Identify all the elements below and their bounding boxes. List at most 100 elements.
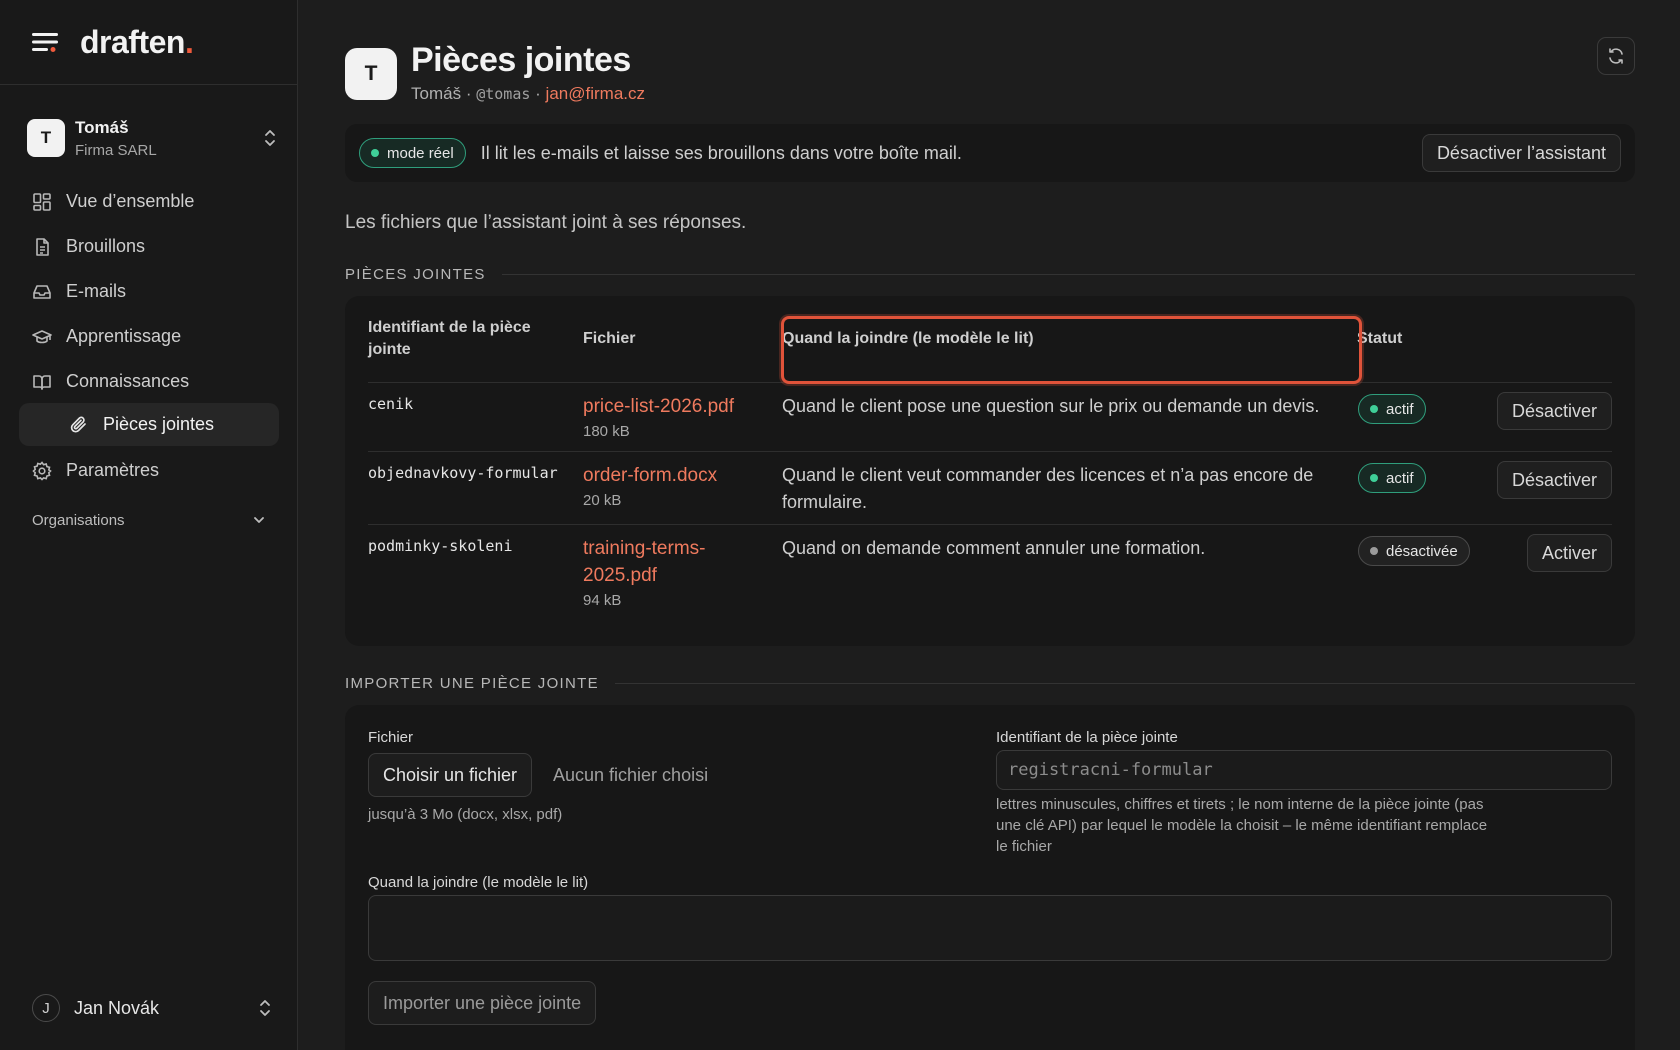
sidebar-item-label: Apprentissage <box>66 326 182 346</box>
sidebar-item-knowledge[interactable]: Connaissances <box>19 359 279 404</box>
deactivate-button[interactable]: Désactiver <box>1496 461 1612 499</box>
no-file-chosen-text: Aucun fichier choisi <box>553 765 709 785</box>
page-header: T Pièces jointes Tomáš · @tomas · jan@fi… <box>345 40 645 104</box>
attachment-id: podminky-skoleni <box>368 537 513 555</box>
when-text: Quand le client pose une question sur le… <box>782 396 1320 416</box>
sidebar-item-label: Vue d’ensemble <box>66 191 195 211</box>
menu-icon[interactable] <box>32 32 58 52</box>
section-title: IMPORTER UNE PIÈCE JOINTE <box>345 675 599 692</box>
section-title: PIÈCES JOINTES <box>345 266 486 283</box>
sidebar-item-overview[interactable]: Vue d’ensemble <box>19 179 279 224</box>
account-user: Tomáš <box>411 84 462 103</box>
when-text: Quand le client veut commander des licen… <box>782 465 1314 512</box>
org-user-name: Tomáš <box>75 117 129 137</box>
sidebar-item-learning[interactable]: Apprentissage <box>19 314 279 359</box>
choose-file-button[interactable]: Choisir un fichier <box>368 753 533 797</box>
attachment-id: cenik <box>368 395 414 413</box>
sidebar-item-label: Paramètres <box>66 460 160 480</box>
separator: · <box>465 84 472 103</box>
activate-button[interactable]: Activer <box>1526 534 1612 572</box>
table-row: cenik price-list-2026.pdf 180 kB Quand l… <box>368 382 1612 451</box>
file-link[interactable]: price-list-2026.pdf <box>583 393 734 420</box>
attachment-id-help: lettres minuscules, chiffres et tirets ;… <box>996 796 1488 855</box>
column-header-status: Statut <box>1357 330 1403 347</box>
divider <box>614 683 1635 684</box>
page-description: Les fichiers que l’assistant joint à ses… <box>345 212 747 233</box>
separator: · <box>535 84 541 103</box>
inbox-icon <box>32 282 52 302</box>
account-avatar: T <box>345 48 397 100</box>
user-name: Jan Novák <box>74 997 160 1018</box>
grid-icon <box>32 192 52 212</box>
org-avatar: T <box>27 119 65 157</box>
import-section-heading: IMPORTER UNE PIÈCE JOINTE <box>345 675 1635 692</box>
file-help-text: jusqu’à 3 Mo (docx, xlsx, pdf) <box>368 806 563 823</box>
table-row: podminky-skoleni training-terms-2025.pdf… <box>368 524 1612 624</box>
sidebar-item-attachments[interactable]: Pièces jointes <box>19 403 279 446</box>
status-label: désactivée <box>1386 542 1458 560</box>
import-form-card: Fichier Choisir un fichier Aucun fichier… <box>345 705 1635 1050</box>
status-dot <box>1370 405 1378 413</box>
file-size: 20 kB <box>583 492 622 509</box>
mode-banner: mode réel Il lit les e-mails et laisse s… <box>345 124 1635 182</box>
organisations-label: Organisations <box>32 511 125 529</box>
status-badge: actif <box>1358 394 1426 424</box>
book-open-icon <box>32 372 52 392</box>
sidebar-item-label: Connaissances <box>66 371 190 391</box>
paperclip-icon <box>69 415 89 435</box>
org-switcher[interactable]: T Tomáš Firma SARL <box>27 113 277 163</box>
file-text-icon <box>32 237 52 257</box>
file-link[interactable]: order-form.docx <box>583 462 717 489</box>
divider <box>501 274 1635 275</box>
highlight-box <box>781 316 1362 384</box>
file-size: 94 kB <box>583 592 622 609</box>
table-row: objednavkovy-formular order-form.docx 20… <box>368 451 1612 524</box>
mode-badge: mode réel <box>359 138 466 168</box>
when-field-label: Quand la joindre (le modèle le lit) <box>368 874 589 891</box>
page-subtitle: Tomáš · @tomas · jan@firma.cz <box>411 84 645 104</box>
gear-icon <box>32 460 52 481</box>
attachments-section-heading: PIÈCES JOINTES <box>345 266 1635 283</box>
refresh-icon <box>1607 47 1625 65</box>
when-textarea[interactable] <box>368 895 1612 961</box>
sidebar-nav: Vue d’ensemble Brouillons E-mails Appren… <box>19 179 279 493</box>
user-avatar: J <box>32 994 60 1022</box>
file-link[interactable]: training-terms-2025.pdf <box>583 535 753 589</box>
attachment-id: objednavkovy-formular <box>368 464 558 482</box>
main-content: T Pièces jointes Tomáš · @tomas · jan@fi… <box>345 0 1635 1050</box>
column-header-file: Fichier <box>583 330 636 347</box>
sidebar-item-label: E-mails <box>66 281 127 301</box>
account-email[interactable]: jan@firma.cz <box>546 84 645 103</box>
mode-badge-label: mode réel <box>387 144 454 162</box>
status-badge: actif <box>1358 463 1426 493</box>
deactivate-button[interactable]: Désactiver <box>1496 392 1612 430</box>
sidebar-item-emails[interactable]: E-mails <box>19 269 279 314</box>
disable-assistant-button[interactable]: Désactiver l’assistant <box>1421 134 1621 172</box>
user-menu[interactable]: J Jan Novák <box>32 992 272 1024</box>
attachment-id-label: Identifiant de la pièce jointe <box>996 729 1178 746</box>
when-text: Quand on demande comment annuler une for… <box>782 538 1206 558</box>
graduation-cap-icon <box>32 327 52 347</box>
organisations-toggle[interactable]: Organisations <box>32 508 266 532</box>
sidebar-item-label: Brouillons <box>66 236 146 256</box>
brand-logo: draften. <box>80 23 194 60</box>
status-dot <box>1370 474 1378 482</box>
attachment-id-input[interactable]: registracni-formular <box>996 750 1612 790</box>
page-title: Pièces jointes <box>411 41 631 79</box>
refresh-button[interactable] <box>1597 37 1635 75</box>
status-badge: désactivée <box>1358 536 1470 566</box>
column-header-id: Identifiant de la pièce jointe <box>368 319 531 358</box>
sidebar-item-drafts[interactable]: Brouillons <box>19 224 279 269</box>
status-dot <box>1370 547 1378 555</box>
sidebar: draften. T Tomáš Firma SARL Vue d’ensemb… <box>0 0 298 1050</box>
chevron-up-down-icon <box>263 129 277 147</box>
org-company-name: Firma SARL <box>75 141 157 159</box>
mode-description: Il lit les e-mails et laisse ses brouill… <box>480 142 962 163</box>
chevron-up-down-icon <box>258 999 272 1017</box>
import-attachment-button[interactable]: Importer une pièce jointe <box>368 981 597 1025</box>
chevron-down-icon <box>252 513 266 527</box>
file-field-label: Fichier <box>368 729 414 746</box>
sidebar-item-settings[interactable]: Paramètres <box>19 448 279 493</box>
brand-header: draften. <box>0 0 297 85</box>
status-label: actif <box>1386 469 1414 487</box>
